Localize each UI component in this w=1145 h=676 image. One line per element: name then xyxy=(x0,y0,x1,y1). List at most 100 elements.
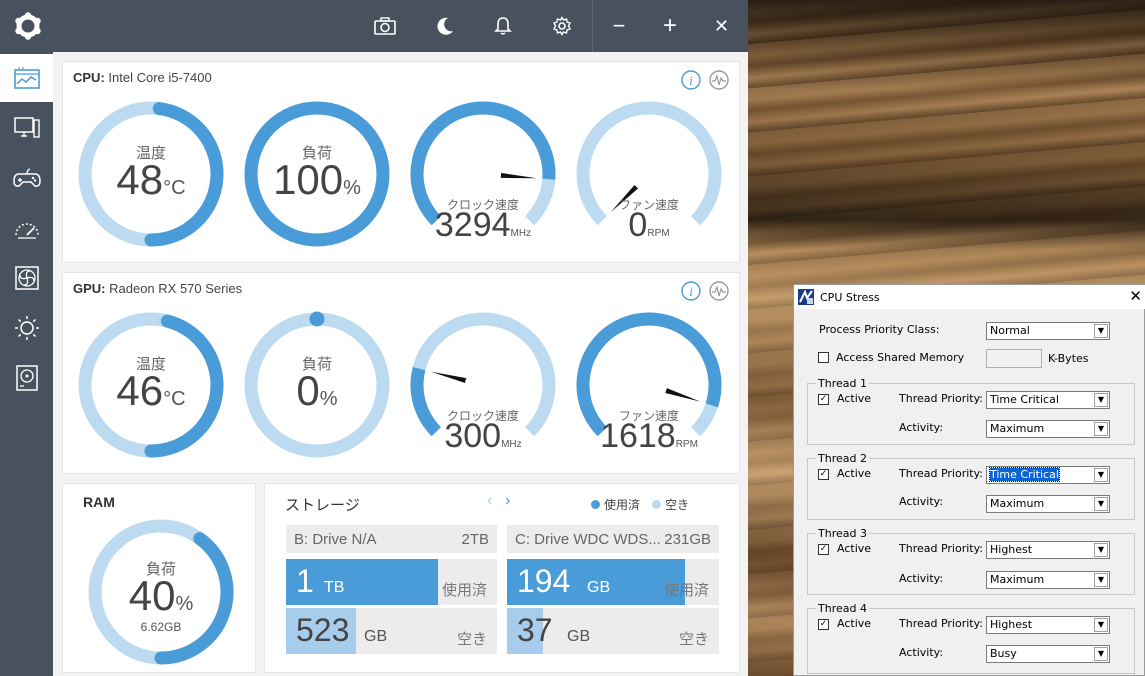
kbytes-input[interactable] xyxy=(986,349,1042,368)
drive-b-free-bar: 523 GB 空き xyxy=(286,608,497,654)
cpu-clock-gauge: クロック速度 3294MHz xyxy=(407,98,559,250)
info-icon[interactable]: i xyxy=(681,70,701,90)
cpu-load-gauge: 負荷 100% xyxy=(241,98,393,250)
thread-2-active-checkbox[interactable]: ✓ xyxy=(818,469,829,480)
thread-3-priority-select[interactable]: Highest ▼ xyxy=(986,541,1110,559)
thread-1-activity-select[interactable]: Maximum ▼ xyxy=(986,420,1110,438)
gpu-clock-unit: MHz xyxy=(501,439,522,450)
dropdown-arrow-icon: ▼ xyxy=(1094,422,1108,436)
cpu-panel-title: CPU: Intel Core i5-7400 xyxy=(73,70,212,85)
storage-title: ストレージ xyxy=(285,497,360,514)
gpu-label: GPU: xyxy=(73,281,106,296)
thread-2-activity-label: Activity: xyxy=(899,495,944,508)
priority-class-select[interactable]: Normal ▼ xyxy=(986,322,1110,340)
thread-3-active-checkbox[interactable]: ✓ xyxy=(818,544,829,555)
storage-next-chevron-icon[interactable]: › xyxy=(505,492,510,510)
gear-icon[interactable] xyxy=(533,0,591,52)
thread-4-active-checkbox[interactable]: ✓ xyxy=(818,619,829,630)
pulse-graph-icon[interactable] xyxy=(709,281,729,301)
app-logo-icon xyxy=(0,0,56,52)
cpu-fan-gauge: ファン速度 0RPM xyxy=(573,98,725,250)
drive-c-name: C: Drive WDC WDS... xyxy=(515,530,661,548)
thread-1-group: Thread 1 ✓ Active Thread Priority: Time … xyxy=(807,377,1135,445)
thread-2-active-label: Active xyxy=(837,467,872,480)
storage-panel: ストレージ ‹ › 使用済 空き B: Drive N/A 2TB 1 TB 使… xyxy=(264,483,740,673)
gpu-temp-value: 46 xyxy=(116,367,164,414)
dropdown-arrow-icon: ▼ xyxy=(1094,618,1108,632)
thread-3-activity-select[interactable]: Maximum ▼ xyxy=(986,571,1110,589)
cpu-load-unit: % xyxy=(343,177,361,199)
dropdown-arrow-icon: ▼ xyxy=(1094,543,1108,557)
ram-panel: RAM 負荷 40% 6.62GB xyxy=(62,483,256,673)
thread-3-title: Thread 3 xyxy=(816,527,869,540)
sidebar xyxy=(0,52,53,676)
ram-load-gauge: 負荷 40% 6.62GB xyxy=(85,516,237,668)
ram-title: RAM xyxy=(83,494,115,510)
ram-size: 6.62GB xyxy=(140,620,182,634)
ram-load-unit: % xyxy=(175,593,194,615)
storage-icon xyxy=(15,365,38,391)
thread-2-title: Thread 2 xyxy=(816,452,869,465)
camera-icon[interactable] xyxy=(356,0,414,52)
gpu-panel: GPU: Radeon RX 570 Series i 温度 46°C 負荷 0… xyxy=(62,272,740,474)
shared-memory-checkbox[interactable] xyxy=(818,352,829,363)
thread-2-priority-select[interactable]: Time Critical ▼ xyxy=(986,466,1110,484)
thread-1-priority-select[interactable]: Time Critical ▼ xyxy=(986,391,1110,409)
dialog-close-button[interactable]: ✕ xyxy=(1129,287,1142,305)
legend-used-dot xyxy=(591,500,600,509)
monitor-app-window: − + ✕ CPU: Intel Core i5-7400 i 温度 48°C … xyxy=(0,0,748,676)
drive-c-used-unit: GB xyxy=(587,579,611,596)
storage-prev-chevron-icon[interactable]: ‹ xyxy=(487,492,492,510)
drive-b-used-value: 1 xyxy=(296,563,314,599)
sidebar-item-brightness[interactable] xyxy=(0,304,53,352)
thread-4-activity-select[interactable]: Busy ▼ xyxy=(986,645,1110,663)
thread-2-activity-select[interactable]: Maximum ▼ xyxy=(986,495,1110,513)
maximize-button[interactable]: + xyxy=(645,0,695,52)
drive-b-used-unit: TB xyxy=(324,579,345,596)
moon-icon[interactable] xyxy=(416,0,474,52)
priority-class-value: Normal xyxy=(990,324,1030,337)
bell-icon[interactable] xyxy=(474,0,532,52)
drive-c-used-label: 使用済 xyxy=(663,582,709,599)
title-bar: − + ✕ xyxy=(0,0,748,52)
thread-4-activity-label: Activity: xyxy=(899,646,944,659)
thread-2-group: Thread 2 ✓ Active Thread Priority: Time … xyxy=(807,452,1135,520)
pulse-graph-icon[interactable] xyxy=(709,70,729,90)
thread-2-activity-value: Maximum xyxy=(990,497,1045,510)
thread-3-priority-label: Thread Priority: xyxy=(899,542,984,555)
dropdown-arrow-icon: ▼ xyxy=(1094,573,1108,587)
close-button[interactable]: ✕ xyxy=(695,0,748,52)
dropdown-arrow-icon: ▼ xyxy=(1094,468,1108,482)
sidebar-item-games[interactable] xyxy=(0,154,53,202)
ram-load-value: 40 xyxy=(128,572,176,619)
cpu-fan-unit: RPM xyxy=(647,228,670,239)
cpu-temp-gauge: 温度 48°C xyxy=(75,98,227,250)
legend-used-label: 使用済 xyxy=(604,498,641,512)
dial-needle xyxy=(500,172,537,179)
gpu-fan-gauge: ファン速度 1618RPM xyxy=(573,309,725,461)
speedometer-icon xyxy=(14,223,39,239)
drive-b-used-bar: 1 TB 使用済 xyxy=(286,559,497,605)
thread-2-priority-value: Time Critical xyxy=(989,467,1060,482)
sidebar-item-monitor[interactable] xyxy=(0,104,53,152)
drive-c-free-value: 37 xyxy=(517,612,553,648)
minimize-button[interactable]: − xyxy=(593,0,645,52)
thread-3-active-label: Active xyxy=(837,542,872,555)
svg-text:i: i xyxy=(689,284,693,299)
gpu-name: Radeon RX 570 Series xyxy=(109,281,243,296)
sidebar-item-speed[interactable] xyxy=(0,204,53,252)
sidebar-item-dashboard[interactable] xyxy=(0,54,53,102)
thread-1-activity-value: Maximum xyxy=(990,422,1045,435)
thread-4-active-label: Active xyxy=(837,617,872,630)
sidebar-item-fan[interactable] xyxy=(0,254,53,302)
cpu-name: Intel Core i5-7400 xyxy=(108,70,212,85)
thread-4-priority-value: Highest xyxy=(990,618,1033,631)
gpu-fan-unit: RPM xyxy=(675,439,698,450)
thread-4-priority-select[interactable]: Highest ▼ xyxy=(986,616,1110,634)
info-icon[interactable]: i xyxy=(681,281,701,301)
thread-1-active-checkbox[interactable]: ✓ xyxy=(818,394,829,405)
thread-3-priority-value: Highest xyxy=(990,543,1033,556)
sidebar-item-storage[interactable] xyxy=(0,354,53,402)
drive-b-header: B: Drive N/A 2TB xyxy=(286,525,497,553)
cpu-stress-dialog: CPU Stress ✕ Process Priority Class: Nor… xyxy=(793,284,1145,676)
